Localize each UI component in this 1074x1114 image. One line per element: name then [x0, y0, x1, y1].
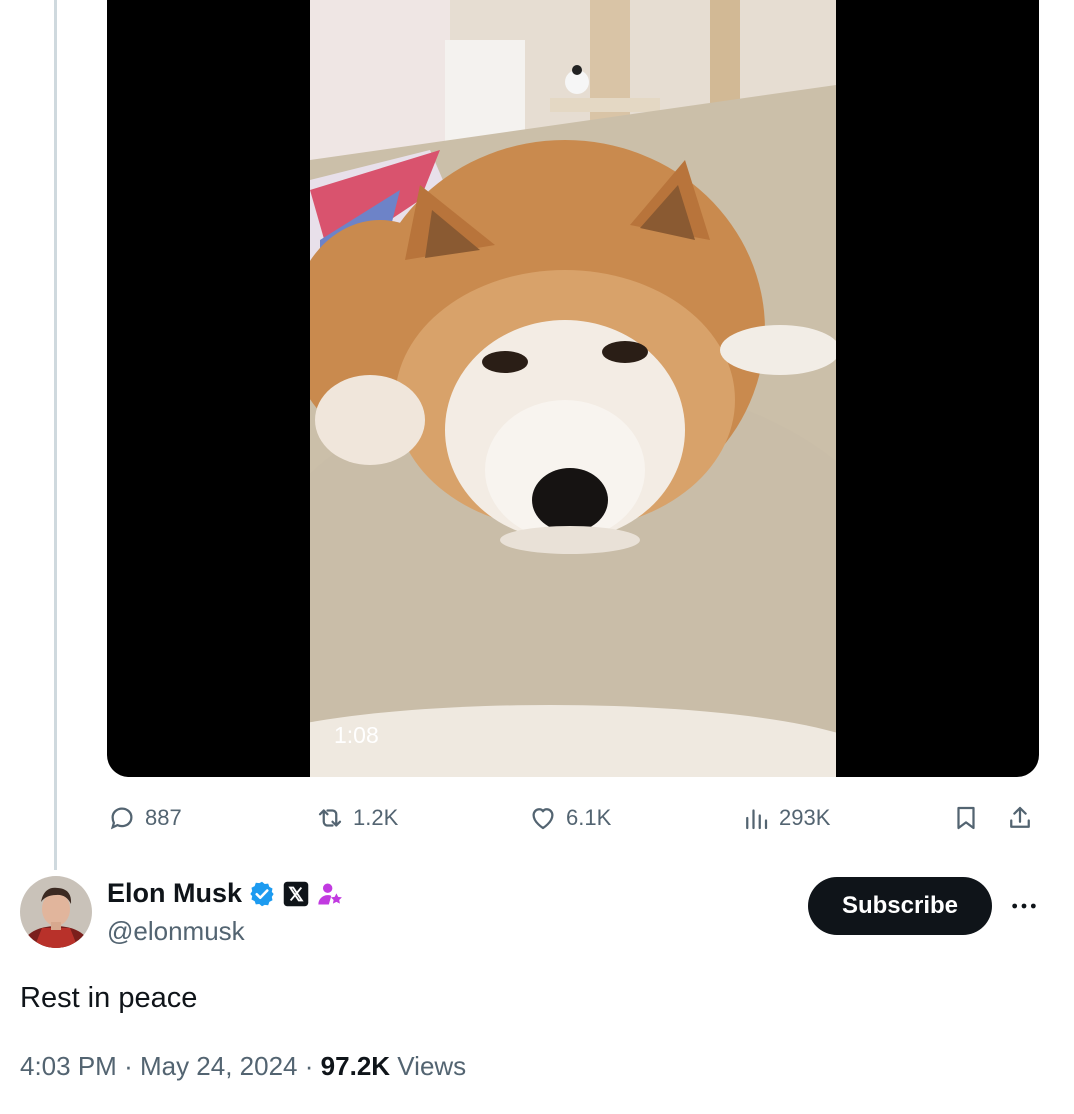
share-icon — [1010, 806, 1030, 828]
tweet-views-count: 97.2K — [320, 1051, 391, 1081]
like-button[interactable]: 6.1K — [528, 800, 611, 836]
retweet-button[interactable]: 1.2K — [315, 800, 398, 836]
bookmark-icon — [957, 806, 975, 830]
tweet-metadata: 4:03 PM · May 24, 2024 · 97.2K Views — [20, 1051, 466, 1082]
retweet-count: 1.2K — [353, 805, 399, 830]
heart-icon — [532, 808, 554, 830]
subscribe-button[interactable]: Subscribe — [808, 877, 992, 935]
tweet-actions-bar: 887 1.2K 6.1K 293K — [107, 800, 1039, 840]
views-count: 293K — [779, 805, 831, 830]
author-name-row: Elon Musk — [107, 878, 344, 909]
reply-icon — [110, 807, 133, 830]
views-button[interactable]: 293K — [741, 800, 830, 836]
tweet-views-label: Views — [397, 1051, 467, 1081]
shiba-dog-video-still — [310, 0, 836, 777]
avatar[interactable] — [20, 876, 92, 948]
thread-connector-line — [54, 0, 57, 870]
tweet-date[interactable]: May 24, 2024 — [140, 1051, 298, 1081]
reply-button[interactable]: 887 — [107, 800, 182, 836]
reply-count: 887 — [145, 805, 182, 830]
author-handle[interactable]: @elonmusk — [107, 916, 245, 947]
retweet-icon — [318, 809, 342, 827]
meta-separator: · — [304, 1051, 314, 1081]
views-chart-icon — [746, 809, 768, 830]
like-count: 6.1K — [566, 805, 612, 830]
author-name[interactable]: Elon Musk — [107, 878, 242, 909]
tweet-time[interactable]: 4:03 PM — [20, 1051, 117, 1081]
video-player[interactable]: 1:08 — [107, 0, 1039, 777]
x-affiliate-badge-icon[interactable] — [282, 880, 310, 908]
bookmark-button[interactable] — [951, 800, 981, 836]
avatar-image — [20, 876, 92, 948]
video-duration: 1:08 — [334, 722, 379, 748]
tweet-text: Rest in peace — [20, 982, 198, 1014]
more-options-icon[interactable] — [1008, 890, 1040, 922]
subscriber-star-icon[interactable] — [316, 880, 344, 908]
video-frame[interactable]: 1:08 — [310, 0, 836, 777]
meta-separator: · — [124, 1051, 133, 1081]
share-button[interactable] — [1005, 800, 1035, 836]
verified-badge-icon[interactable] — [248, 880, 276, 908]
